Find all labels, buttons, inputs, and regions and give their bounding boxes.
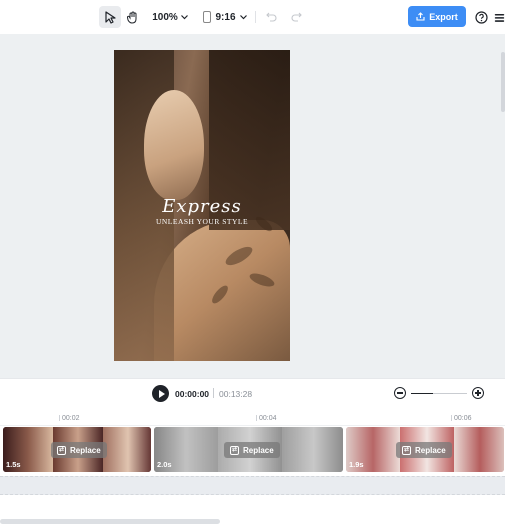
export-label: Export [429, 11, 458, 22]
tagline-text: UNLEASH YOUR STYLE [155, 217, 249, 226]
replace-icon: ⇄ [402, 445, 411, 455]
canvas-area: Express UNLEASH YOUR STYLE [0, 34, 505, 378]
timeline-zoom-out-button[interactable] [394, 387, 406, 399]
clip-duration: 1.9s [349, 460, 364, 469]
play-button[interactable] [152, 385, 169, 402]
video-track: ⇄ Replace 1.5s ⇄ Replace 2.0s ⇄ Replace … [0, 426, 505, 474]
video-preview[interactable]: Express UNLEASH YOUR STYLE [114, 50, 290, 361]
plus-icon-vertical [477, 390, 479, 396]
replace-icon: ⇄ [230, 445, 239, 455]
replace-label: Replace [70, 445, 101, 455]
replace-label: Replace [243, 445, 274, 455]
aspect-ratio-value: 9:16 [215, 11, 236, 23]
ruler-label: 00:02 [62, 415, 80, 422]
video-clip[interactable]: ⇄ Replace 1.9s [345, 426, 505, 473]
chevron-down-icon [180, 14, 188, 19]
empty-track-lane[interactable] [0, 476, 505, 495]
ruler-tick [451, 415, 452, 421]
hand-tool-button[interactable] [122, 6, 144, 28]
playback-bar: 00:00:00 00:13:28 [0, 378, 505, 408]
replace-button[interactable]: ⇄ Replace [224, 442, 280, 458]
clip-frame [103, 427, 151, 472]
video-clip[interactable]: ⇄ Replace 1.5s [2, 426, 152, 473]
hand-icon [127, 11, 137, 24]
replace-label: Replace [415, 445, 446, 455]
replace-button[interactable]: ⇄ Replace [51, 442, 107, 458]
timeline-zoom-slider-fill [411, 393, 434, 394]
time-divider [213, 388, 214, 398]
redo-icon [291, 12, 302, 22]
portrait-ratio-icon [203, 11, 212, 23]
timeline-horizontal-scrollbar[interactable] [0, 519, 220, 524]
export-icon [416, 12, 425, 21]
zoom-value: 100% [152, 11, 178, 23]
minus-icon [397, 392, 403, 394]
timeline-zoom-in-button[interactable] [472, 387, 484, 399]
pointer-icon [104, 10, 116, 24]
zoom-dropdown[interactable]: 100% [150, 6, 190, 28]
play-icon [158, 389, 165, 398]
preview-face-shape [144, 90, 204, 200]
ruler-label: 00:06 [454, 415, 472, 422]
toolbar-divider [255, 11, 256, 23]
clip-duration: 1.5s [6, 460, 21, 469]
more-button[interactable] [494, 6, 505, 28]
help-button[interactable] [472, 6, 490, 28]
more-icon [494, 13, 505, 22]
replace-icon: ⇄ [57, 445, 66, 455]
current-time: 00:00:00 [175, 389, 210, 399]
clip-duration: 2.0s [157, 460, 172, 469]
chevron-down-icon [239, 14, 247, 19]
script-title: Express [162, 196, 242, 217]
timeline-zoom-slider[interactable] [411, 393, 467, 394]
redo-button[interactable] [287, 6, 305, 28]
undo-button[interactable] [262, 6, 280, 28]
ruler-tick [59, 415, 60, 421]
aspect-ratio-dropdown[interactable]: 9:16 [200, 6, 250, 28]
text-overlay[interactable]: Express UNLEASH YOUR STYLE [114, 196, 290, 226]
video-clip[interactable]: ⇄ Replace 2.0s [153, 426, 344, 473]
canvas-vertical-scrollbar[interactable] [501, 52, 505, 112]
ruler-label: 00:04 [259, 415, 277, 422]
export-button[interactable]: Export [408, 6, 466, 27]
top-toolbar: 100% 9:16 Export [0, 0, 505, 34]
timeline-ruler[interactable]: 00:02 00:04 00:06 [0, 408, 505, 426]
total-time: 00:13:28 [219, 389, 253, 399]
ruler-tick [256, 415, 257, 421]
help-icon [474, 10, 488, 24]
select-tool-button[interactable] [99, 6, 121, 28]
replace-button[interactable]: ⇄ Replace [396, 442, 452, 458]
undo-icon [265, 12, 276, 22]
